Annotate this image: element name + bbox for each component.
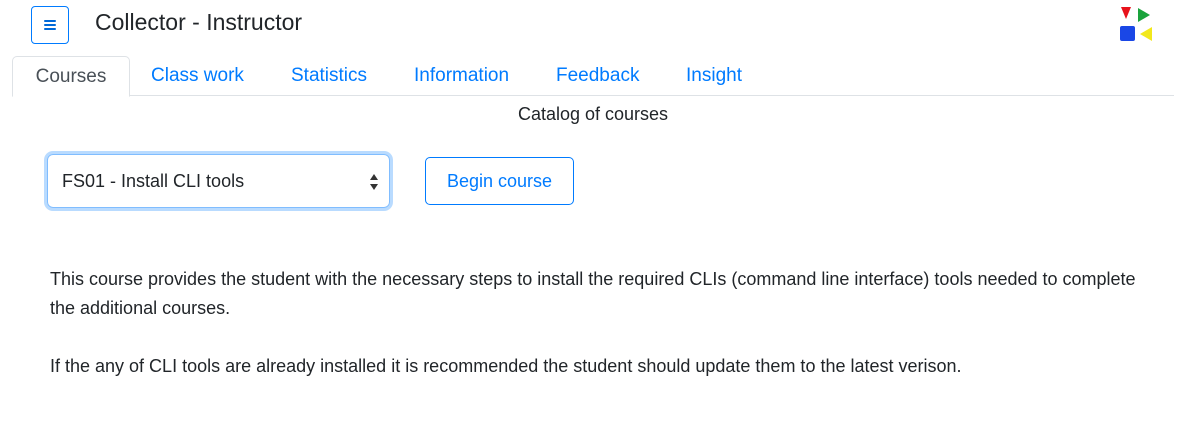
select-arrows-icon	[370, 174, 378, 190]
tab-information[interactable]: Information	[414, 56, 509, 96]
selected-course: FS01 - Install CLI tools	[62, 171, 245, 191]
tab-courses[interactable]: Courses	[12, 56, 130, 97]
hamburger-menu-icon	[44, 20, 56, 30]
catalog-title: Catalog of courses	[517, 104, 669, 124]
course-select[interactable]: FS01 - Install CLI tools	[47, 154, 390, 208]
app-header: Collector - Instructor	[0, 0, 1186, 50]
tab-class-work[interactable]: Class work	[151, 56, 244, 96]
tab-statistics[interactable]: Statistics	[291, 56, 367, 96]
collector-logo-icon	[1120, 7, 1152, 41]
menu-button[interactable]	[31, 6, 69, 44]
course-note: If the any of CLI tools are already inst…	[50, 356, 962, 376]
tab-insight[interactable]: Insight	[686, 56, 742, 96]
app-title: Collector - Instructor	[95, 9, 303, 35]
course-select-box[interactable]: FS01 - Install CLI tools	[47, 154, 390, 208]
page: Collector - Instructor Courses Class wor…	[0, 0, 1186, 425]
course-description: This course provides the student with th…	[50, 269, 1136, 318]
tab-feedback[interactable]: Feedback	[556, 56, 639, 96]
tab-bar: Courses Class work Statistics Informatio…	[12, 56, 1174, 97]
begin-course-button[interactable]: Begin course	[425, 157, 574, 205]
